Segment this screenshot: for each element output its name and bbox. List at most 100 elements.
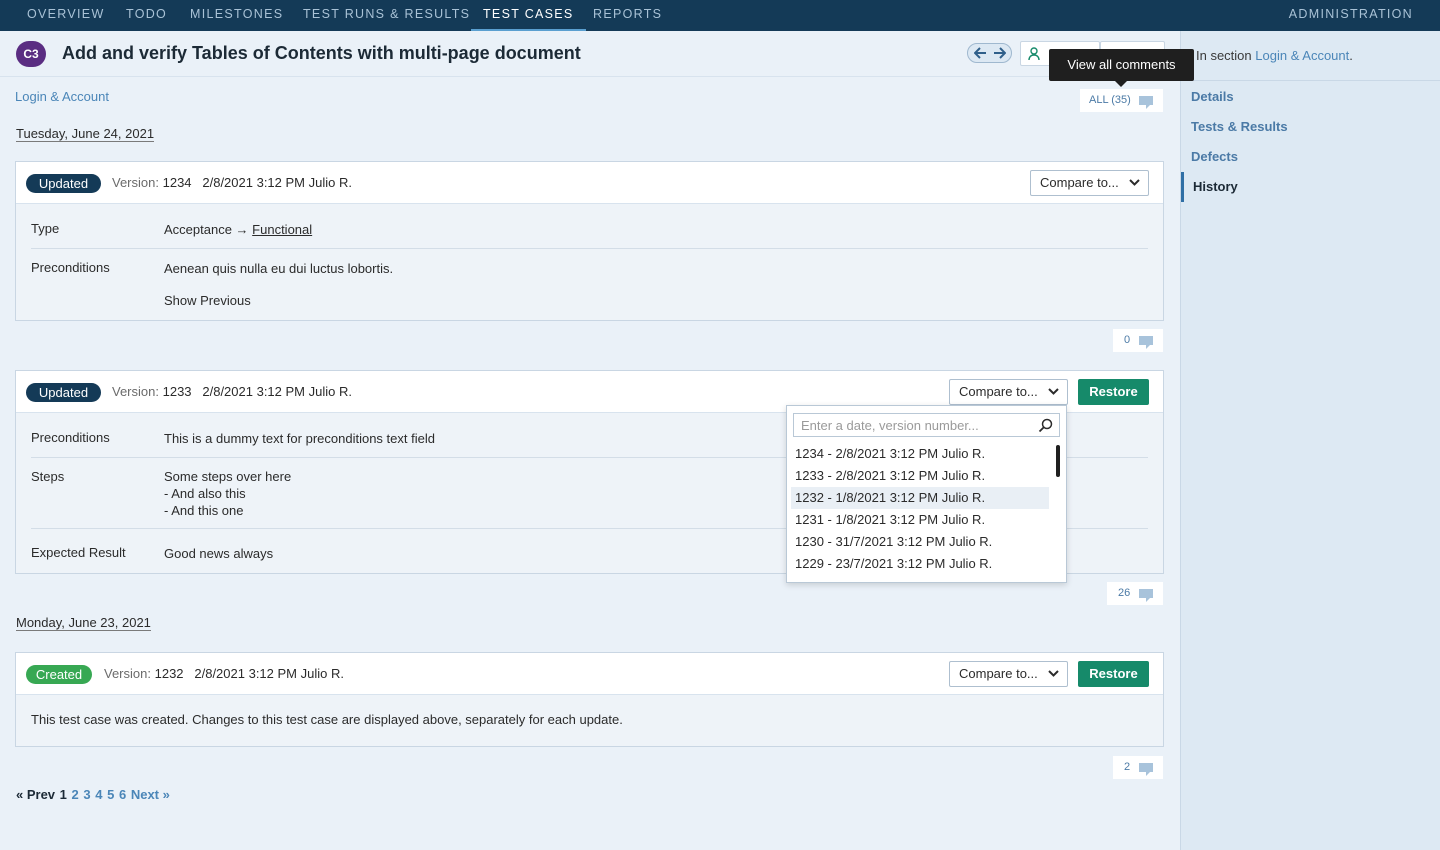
field-label-expected-result: Expected Result <box>31 545 126 560</box>
tab-milestones[interactable]: MILESTONES <box>190 0 283 31</box>
sidebar-divider <box>1181 80 1440 81</box>
date-heading: Monday, June 23, 2021 <box>16 615 151 631</box>
section-prefix: In section <box>1196 48 1252 63</box>
dropdown-option[interactable]: 1230 - 31/7/2021 3:12 PM Julio R. <box>791 531 1049 553</box>
card-comments-button[interactable]: 2 <box>1113 756 1163 779</box>
comment-count: 26 <box>1118 587 1131 599</box>
pager-page[interactable]: 5 <box>107 787 114 802</box>
field-label-preconditions: Preconditions <box>31 430 110 445</box>
version-info: Version: 1234 2/8/2021 3:12 PM Julio R. <box>112 175 352 190</box>
prev-next-nav <box>967 43 1012 63</box>
field-value-type: Acceptance → Functional <box>164 221 312 238</box>
step-line: - And this one <box>164 503 244 518</box>
compare-label: Compare to... <box>959 666 1038 681</box>
right-sidebar: In section Login & Account. Details Test… <box>1180 31 1440 850</box>
history-card: Updated Version: 1234 2/8/2021 3:12 PM J… <box>15 161 1164 321</box>
comment-icon <box>1139 763 1153 776</box>
version-meta: 2/8/2021 3:12 PM Julio R. <box>202 175 352 190</box>
top-navigation: OVERVIEW TODO MILESTONES TEST RUNS & RES… <box>0 0 1440 31</box>
pager-page[interactable]: 4 <box>95 787 102 802</box>
status-badge: Updated <box>26 174 101 193</box>
dropdown-search <box>793 413 1060 437</box>
field-label-preconditions: Preconditions <box>31 260 110 275</box>
field-value-expected-result: Good news always <box>164 546 274 561</box>
version-label: Version: <box>112 175 159 190</box>
version-info: Version: 1232 2/8/2021 3:12 PM Julio R. <box>104 666 344 681</box>
all-comments-button[interactable]: ALL (35) <box>1080 89 1163 112</box>
show-previous-link[interactable]: Show Previous <box>164 292 251 309</box>
history-card: Created Version: 1232 2/8/2021 3:12 PM J… <box>15 652 1164 747</box>
comment-count: 0 <box>1124 334 1131 346</box>
dropdown-scrollbar[interactable] <box>1056 445 1060 477</box>
field-label-steps: Steps <box>31 469 65 484</box>
tab-test-cases[interactable]: TEST CASES <box>471 0 586 31</box>
sidebar-item-history[interactable]: History <box>1193 179 1238 194</box>
tab-reports[interactable]: REPORTS <box>593 0 662 31</box>
card-comments-button[interactable]: 26 <box>1107 582 1163 605</box>
date-heading: Tuesday, June 24, 2021 <box>16 126 155 142</box>
dropdown-option-highlighted[interactable]: 1232 - 1/8/2021 3:12 PM Julio R. <box>791 487 1049 509</box>
all-comments-label: ALL (35) <box>1089 94 1131 106</box>
arrow-right-icon[interactable] <box>993 47 1006 59</box>
pager-page[interactable]: 6 <box>119 787 126 802</box>
dropdown-option[interactable]: 1234 - 2/8/2021 3:12 PM Julio R. <box>791 443 1049 465</box>
pager-current: 1 <box>59 787 67 802</box>
field-value-steps: Some steps over here - And also this - A… <box>164 468 291 519</box>
status-badge: Created <box>26 665 92 684</box>
comment-icon <box>1139 336 1153 349</box>
field-value-preconditions: This is a dummy text for preconditions t… <box>164 431 435 446</box>
compare-dropdown: 1234 - 2/8/2021 3:12 PM Julio R. 1233 - … <box>786 405 1067 583</box>
sidebar-item-tests-results[interactable]: Tests & Results <box>1191 119 1288 134</box>
restore-button[interactable]: Restore <box>1078 379 1149 405</box>
pager-page[interactable]: 2 <box>72 787 79 802</box>
case-header: C3 Add and verify Tables of Contents wit… <box>0 31 1180 77</box>
compare-label: Compare to... <box>959 384 1038 399</box>
active-marker <box>1181 172 1184 202</box>
user-edit-icon <box>1028 47 1040 61</box>
breadcrumb[interactable]: Login & Account <box>15 89 109 104</box>
version-number: 1232 <box>154 666 184 681</box>
pager-page[interactable]: 3 <box>83 787 90 802</box>
arrow-left-icon[interactable] <box>974 47 987 59</box>
comment-icon <box>1139 96 1153 109</box>
tab-todo[interactable]: TODO <box>126 0 167 31</box>
created-message: This test case was created. Changes to t… <box>31 712 623 727</box>
chevron-down-icon <box>1129 179 1140 186</box>
case-id-badge: C3 <box>16 41 46 67</box>
row-divider <box>31 248 1148 249</box>
dropdown-option[interactable]: 1233 - 2/8/2021 3:12 PM Julio R. <box>791 465 1049 487</box>
pager-next[interactable]: Next » <box>131 787 170 802</box>
card-header: Updated Version: 1234 2/8/2021 3:12 PM J… <box>16 162 1163 204</box>
field-value-preconditions: Aenean quis nulla eu dui luctus lobortis… <box>164 261 394 276</box>
tab-overview[interactable]: OVERVIEW <box>27 0 105 31</box>
sidebar-item-defects[interactable]: Defects <box>1191 149 1238 164</box>
section-info: In section Login & Account. <box>1196 48 1353 63</box>
restore-button[interactable]: Restore <box>1078 661 1149 687</box>
compare-select[interactable]: Compare to... <box>1030 170 1149 196</box>
section-link[interactable]: Login & Account <box>1255 48 1349 63</box>
sidebar-item-details[interactable]: Details <box>1191 89 1234 104</box>
compare-select[interactable]: Compare to... <box>949 661 1068 687</box>
tooltip-view-comments: View all comments <box>1049 49 1194 87</box>
search-icon <box>1038 418 1053 433</box>
version-label: Version: <box>104 666 151 681</box>
compare-label: Compare to... <box>1040 175 1119 190</box>
version-meta: 2/8/2021 3:12 PM Julio R. <box>194 666 344 681</box>
page-title: Add and verify Tables of Contents with m… <box>62 43 581 63</box>
step-line: - And also this <box>164 486 246 501</box>
tab-test-runs-results[interactable]: TEST RUNS & RESULTS <box>303 0 470 31</box>
tab-administration[interactable]: ADMINISTRATION <box>1289 0 1413 31</box>
compare-select[interactable]: Compare to... <box>949 379 1068 405</box>
version-info: Version: 1233 2/8/2021 3:12 PM Julio R. <box>112 384 352 399</box>
status-badge: Updated <box>26 383 101 402</box>
pager-prev[interactable]: « Prev <box>16 787 55 802</box>
version-search-input[interactable] <box>794 414 1030 436</box>
dropdown-option[interactable]: 1231 - 1/8/2021 3:12 PM Julio R. <box>791 509 1049 531</box>
dropdown-option[interactable]: 1229 - 23/7/2021 3:12 PM Julio R. <box>791 553 1049 575</box>
card-comments-button[interactable]: 0 <box>1113 329 1163 352</box>
chevron-down-icon <box>1048 670 1059 677</box>
pagination: « Prev 1 2 3 4 5 6 Next » <box>16 787 171 802</box>
type-new: Functional <box>252 222 313 237</box>
field-label-type: Type <box>31 221 60 236</box>
card-header: Created Version: 1232 2/8/2021 3:12 PM J… <box>16 653 1163 695</box>
